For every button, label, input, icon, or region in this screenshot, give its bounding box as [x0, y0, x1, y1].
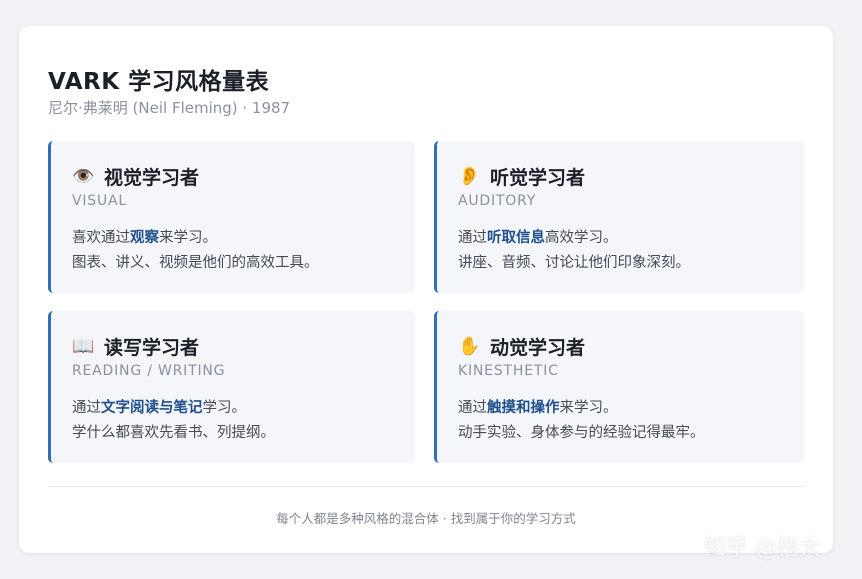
footer-divider	[48, 486, 804, 487]
learner-card-detail: 图表、讲义、视频是他们的高效工具。	[72, 255, 319, 271]
learner-card-subtitle: VISUAL	[72, 193, 128, 209]
ear-icon: 👂	[458, 165, 481, 187]
description-text: 通过	[458, 400, 487, 416]
description-text: 学习。	[202, 400, 247, 416]
learner-card-title: 视觉学习者	[104, 167, 200, 189]
description-highlight: 触摸和操作	[487, 400, 560, 416]
learner-card-description: 通过听取信息高效学习。	[458, 226, 618, 247]
learner-card-detail: 动手实验、身体参与的经验记得最牢。	[458, 425, 705, 441]
learner-card-header: 👁️ 视觉学习者	[72, 163, 199, 190]
learner-card-auditory: 👂 听觉学习者 AUDITORY 通过听取信息高效学习。 讲座、音频、讨论让他们…	[434, 141, 804, 293]
description-text: 来学习。	[559, 400, 618, 416]
hand-icon: ✋	[458, 335, 481, 357]
footer-note: 每个人都是多种风格的混合体 · 找到属于你的学习方式	[276, 511, 576, 526]
description-text: 通过	[72, 400, 101, 416]
learner-card-detail: 讲座、音频、讨论让他们印象深刻。	[458, 255, 690, 271]
vark-card: VARK 学习风格量表 尼尔·弗莱明 (Neil Fleming) · 1987…	[19, 26, 833, 553]
learner-card-title: 听觉学习者	[490, 167, 586, 189]
eye-icon: 👁️	[72, 165, 95, 187]
learner-card-description: 喜欢通过观察来学习。	[72, 226, 217, 247]
page-title: VARK 学习风格量表	[48, 69, 270, 95]
learner-card-header: 📖 读写学习者	[72, 333, 199, 360]
description-highlight: 文字阅读与笔记	[101, 400, 203, 416]
page-subtitle: 尼尔·弗莱明 (Neil Fleming) · 1987	[48, 99, 291, 117]
learner-card-detail: 学什么都喜欢先看书、列提纲。	[72, 425, 275, 441]
description-text: 来学习。	[159, 230, 217, 246]
learner-card-visual: 👁️ 视觉学习者 VISUAL 喜欢通过观察来学习。 图表、讲义、视频是他们的高…	[48, 141, 415, 293]
description-highlight: 观察	[130, 230, 159, 246]
description-text: 高效学习。	[545, 230, 618, 246]
learner-card-subtitle: READING / WRITING	[72, 363, 226, 379]
learner-card-description: 通过触摸和操作来学习。	[458, 396, 618, 417]
learner-card-description: 通过文字阅读与笔记学习。	[72, 396, 246, 417]
learner-card-title: 动觉学习者	[490, 337, 586, 359]
zhihu-watermark: 知乎 @桔大	[704, 536, 821, 561]
learner-card-subtitle: AUDITORY	[458, 193, 537, 209]
learner-card-reading-writing: 📖 读写学习者 READING / WRITING 通过文字阅读与笔记学习。 学…	[48, 311, 415, 463]
description-highlight: 听取信息	[487, 230, 545, 246]
learner-card-subtitle: KINESTHETIC	[458, 363, 559, 379]
description-text: 喜欢通过	[72, 230, 130, 246]
learner-card-header: ✋ 动觉学习者	[458, 333, 585, 360]
description-text: 通过	[458, 230, 487, 246]
learner-card-kinesthetic: ✋ 动觉学习者 KINESTHETIC 通过触摸和操作来学习。 动手实验、身体参…	[434, 311, 804, 463]
learner-card-header: 👂 听觉学习者	[458, 163, 585, 190]
learner-card-title: 读写学习者	[104, 337, 200, 359]
book-icon: 📖	[72, 335, 95, 357]
